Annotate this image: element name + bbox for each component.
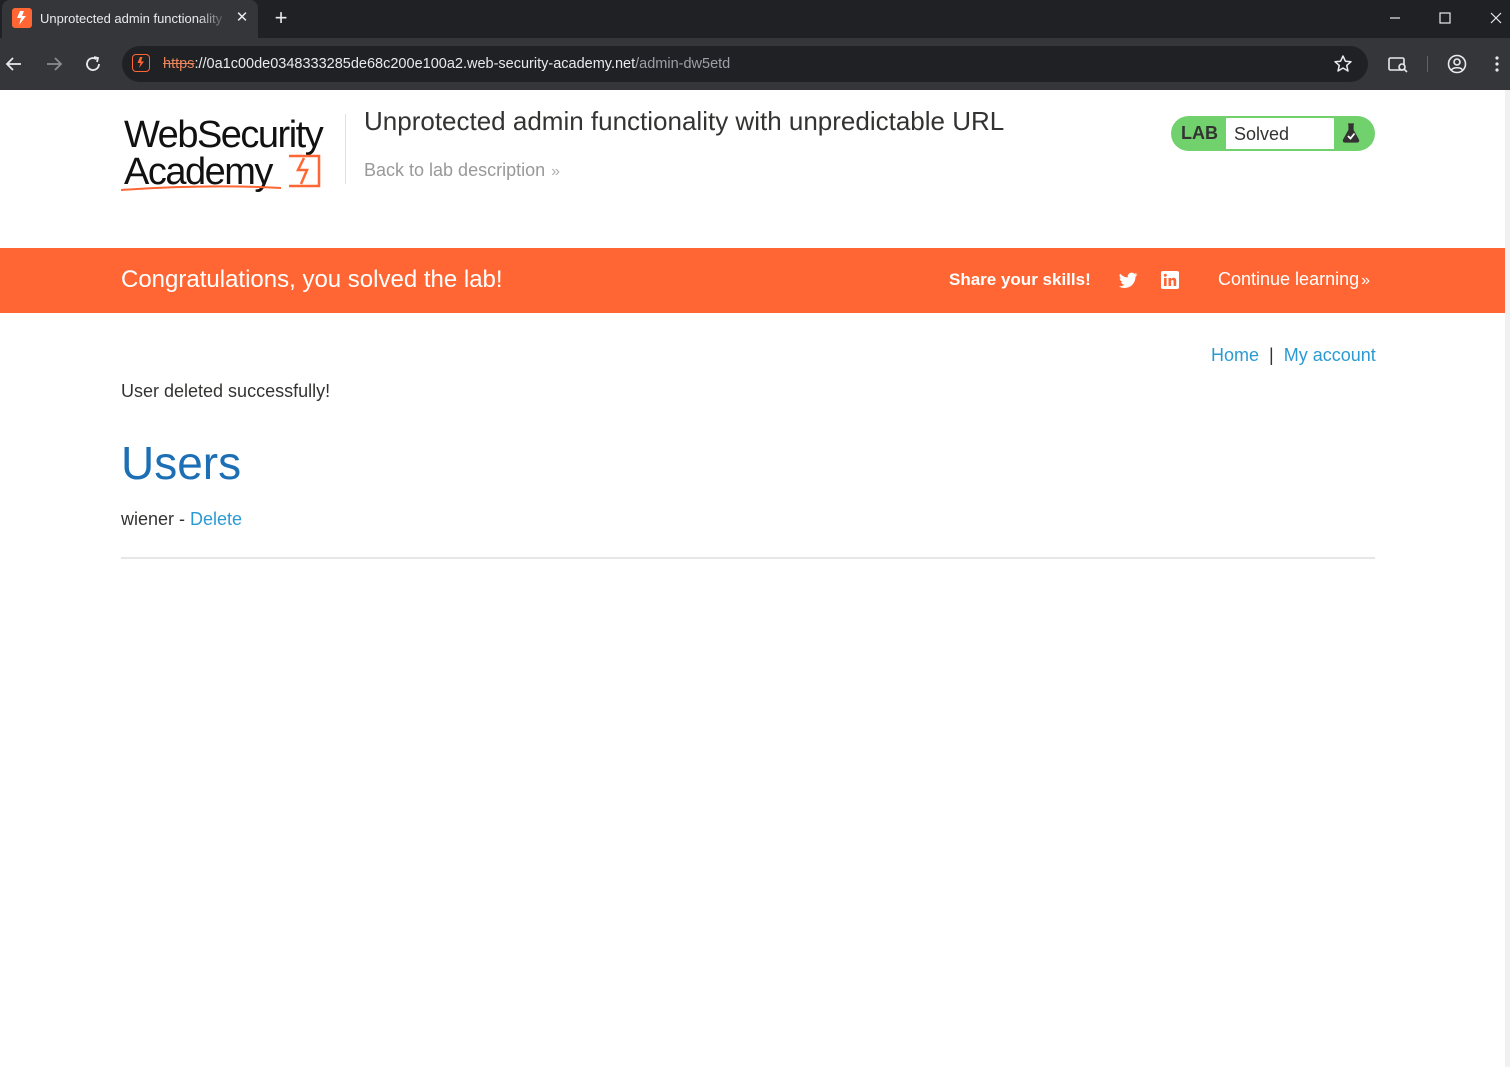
- toolbar-divider: [1427, 56, 1428, 72]
- site-info-icon[interactable]: [132, 54, 150, 72]
- share-skills-label: Share your skills!: [949, 270, 1091, 289]
- reload-icon[interactable]: [81, 52, 105, 76]
- twitter-icon[interactable]: [1117, 269, 1139, 291]
- browser-toolbar: https://0a1c00de0348333285de68c200e100a2…: [0, 38, 1510, 90]
- lab-title: Unprotected admin functionality with unp…: [364, 106, 1005, 136]
- username: wiener: [121, 509, 175, 529]
- bookmark-star-icon[interactable]: [1332, 53, 1354, 75]
- search-tabs-icon[interactable]: [1386, 52, 1410, 76]
- browser-tab[interactable]: Unprotected admin functionality with unp…: [2, 0, 258, 38]
- url-host: ://0a1c00de0348333285de68c200e100a2.web-…: [194, 56, 636, 72]
- page-scrollbar[interactable]: [1505, 90, 1510, 1067]
- minimize-icon[interactable]: [1382, 6, 1408, 30]
- browser-titlebar: Unprotected admin functionality with unp…: [0, 0, 1510, 38]
- double-chevron-right-icon: »: [1361, 272, 1371, 289]
- continue-learning-link[interactable]: Continue learning»: [1218, 269, 1370, 290]
- lab-status-text: Solved: [1234, 124, 1290, 144]
- portswigger-favicon-icon: [12, 8, 32, 28]
- header-divider: [345, 114, 346, 184]
- tab-title-fade: [198, 8, 228, 30]
- delete-user-link[interactable]: Delete: [190, 509, 242, 529]
- close-window-icon[interactable]: [1483, 6, 1509, 30]
- new-tab-button[interactable]: +: [270, 7, 292, 29]
- congratulations-message: Congratulations, you solved the lab!: [121, 266, 503, 293]
- status-message: User deleted successfully!: [121, 381, 331, 401]
- user-row: wiener - Delete: [121, 509, 242, 530]
- url-path: /admin-dw5etd: [635, 56, 731, 72]
- top-navigation: Home | My account: [1211, 345, 1376, 366]
- content-divider: [121, 557, 1375, 559]
- browser-menu-icon[interactable]: [1485, 52, 1509, 76]
- continue-learning-label: Continue learning: [1218, 269, 1360, 289]
- user-row-separator: -: [174, 509, 191, 529]
- logo-line-1: WebSecurity: [124, 114, 324, 156]
- lab-status-box: Solved: [1226, 118, 1334, 149]
- profile-icon[interactable]: [1445, 52, 1469, 76]
- url-scheme: https: [163, 56, 195, 72]
- linkedin-icon[interactable]: [1160, 270, 1180, 290]
- forward-arrow-icon[interactable]: [42, 52, 66, 76]
- flask-check-icon: [1339, 121, 1363, 145]
- home-link[interactable]: Home: [1211, 345, 1259, 365]
- back-arrow-icon[interactable]: [2, 52, 26, 76]
- maximize-icon[interactable]: [1432, 6, 1458, 30]
- tab-close-icon[interactable]: ✕: [234, 9, 250, 27]
- web-security-academy-logo[interactable]: WebSecurity Academy: [120, 112, 343, 194]
- lab-status-widget: LAB Solved: [1171, 116, 1375, 151]
- back-link-label: Back to lab description: [364, 160, 546, 180]
- url-text[interactable]: https://0a1c00de0348333285de68c200e100a2…: [163, 56, 730, 72]
- users-heading: Users: [121, 437, 242, 489]
- double-chevron-right-icon: »: [551, 163, 561, 180]
- address-bar[interactable]: https://0a1c00de0348333285de68c200e100a2…: [122, 46, 1368, 82]
- solved-banner: Congratulations, you solved the lab! Sha…: [0, 248, 1505, 313]
- my-account-link[interactable]: My account: [1284, 345, 1376, 365]
- back-to-lab-description-link[interactable]: Back to lab description »: [364, 160, 560, 181]
- lab-label: LAB: [1181, 123, 1218, 143]
- nav-separator: |: [1269, 345, 1274, 365]
